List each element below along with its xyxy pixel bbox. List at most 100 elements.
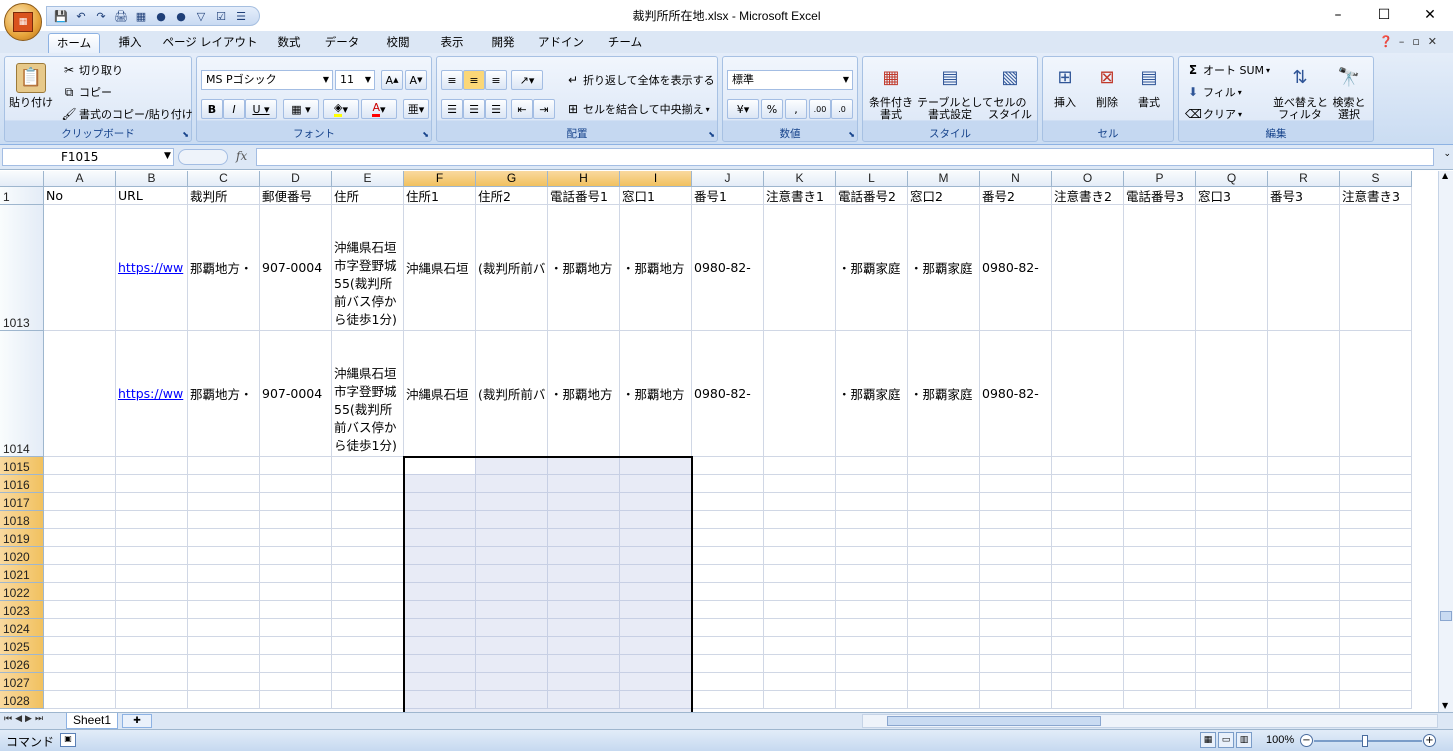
cell-m[interactable] [908,619,980,637]
insert-cells-button[interactable]: ⊞ 挿入 [1043,63,1087,109]
column-header-q[interactable]: Q [1196,171,1268,187]
undo-icon[interactable]: ↶ [73,9,89,23]
comma-button[interactable]: , [785,99,807,119]
cell-c[interactable]: 那覇地方・ [188,331,260,457]
cell-m[interactable] [908,547,980,565]
cell-r[interactable] [1268,205,1340,331]
cell-s[interactable]: 注意書き3 [1340,187,1412,205]
cell-e[interactable]: 沖縄県石垣市字登野城55(裁判所前バス停から徒歩1分) [332,331,404,457]
cell-c[interactable] [188,583,260,601]
column-header-h[interactable]: H [548,171,620,187]
cell-o[interactable] [1052,691,1124,709]
cell-o[interactable] [1052,673,1124,691]
horizontal-scrollbar[interactable] [862,714,1438,728]
cell-c[interactable] [188,547,260,565]
cell-p[interactable] [1124,511,1196,529]
cell-s[interactable] [1340,457,1412,475]
cell-o[interactable] [1052,583,1124,601]
cell-a[interactable] [44,457,116,475]
cell-r[interactable] [1268,547,1340,565]
row-header-1016[interactable]: 1016 [0,475,44,493]
cell-m[interactable] [908,637,980,655]
cell-j[interactable] [692,637,764,655]
cell-b[interactable]: https://ww [116,331,188,457]
cell-e[interactable] [332,511,404,529]
tab-data[interactable]: データ [318,33,366,53]
scroll-up-icon[interactable]: ▲ [1442,171,1448,180]
cell-q[interactable] [1196,619,1268,637]
row-header-1017[interactable]: 1017 [0,493,44,511]
cell-o[interactable] [1052,547,1124,565]
cell-m[interactable]: 窓口2 [908,187,980,205]
cell-e[interactable]: 沖縄県石垣市字登野城55(裁判所前バス停から徒歩1分) [332,205,404,331]
cell-b[interactable] [116,511,188,529]
shrink-font-button[interactable]: A ▼ [405,70,427,90]
dialog-launcher-icon[interactable]: ⬊ [848,130,855,139]
percent-button[interactable]: % [761,99,783,119]
column-header-g[interactable]: G [476,171,548,187]
cell-b[interactable] [116,673,188,691]
cell-d[interactable] [260,601,332,619]
cell-d[interactable]: 907-0004 [260,331,332,457]
cell-s[interactable] [1340,601,1412,619]
number-format-select[interactable]: 標準 ▼ [727,70,853,90]
table-icon[interactable]: ▦ [133,9,149,23]
cell-j[interactable] [692,529,764,547]
cell-o[interactable] [1052,565,1124,583]
cell-k[interactable] [764,547,836,565]
cell-n[interactable] [980,673,1052,691]
cell-j[interactable]: 番号1 [692,187,764,205]
cell-a[interactable] [44,331,116,457]
insert-function-icon[interactable]: fx [236,149,247,163]
cell-k[interactable] [764,637,836,655]
cell-d[interactable] [260,619,332,637]
cell-c[interactable]: 那覇地方・ [188,205,260,331]
cell-p[interactable]: 電話番号3 [1124,187,1196,205]
cell-c[interactable] [188,493,260,511]
cell-o[interactable] [1052,601,1124,619]
cell-b[interactable] [116,565,188,583]
increase-decimal-button[interactable]: .00 [809,99,831,119]
cell-q[interactable] [1196,565,1268,583]
currency-button[interactable]: ¥▾ [727,99,759,119]
zoom-slider[interactable]: − + [1300,733,1436,749]
cell-a[interactable] [44,493,116,511]
tab-page-layout[interactable]: ページ レイアウト [160,33,260,53]
paste-button[interactable]: 📋 貼り付け [7,63,55,109]
row-header-1019[interactable]: 1019 [0,529,44,547]
cell-e[interactable] [332,583,404,601]
row-header-1013[interactable]: 1013 [0,205,44,331]
cell-d[interactable] [260,691,332,709]
vertical-scrollbar[interactable]: ▲ ▼ [1438,171,1453,712]
cell-b[interactable] [116,457,188,475]
cell-p[interactable] [1124,583,1196,601]
cell-c[interactable] [188,565,260,583]
row-header-1[interactable]: 1 [0,187,44,205]
cell-s[interactable] [1340,565,1412,583]
tab-home[interactable]: ホーム [48,33,100,53]
cell-b[interactable] [116,691,188,709]
cell-e[interactable] [332,457,404,475]
cell-m[interactable] [908,457,980,475]
cell-i[interactable]: ・那覇地方 [620,331,692,457]
cell-h[interactable]: ・那覇地方 [548,205,620,331]
border-button[interactable]: ▦ ▾ [283,99,319,119]
row-header-1026[interactable]: 1026 [0,655,44,673]
column-header-a[interactable]: A [44,171,116,187]
cell-c[interactable] [188,475,260,493]
cell-r[interactable] [1268,601,1340,619]
cell-n[interactable] [980,475,1052,493]
dialog-launcher-icon[interactable]: ⬊ [708,130,715,139]
cell-m[interactable] [908,691,980,709]
column-header-e[interactable]: E [332,171,404,187]
cell-r[interactable] [1268,691,1340,709]
zoom-knob[interactable] [1362,735,1368,747]
cell-d[interactable] [260,547,332,565]
cell-r[interactable] [1268,331,1340,457]
cell-n[interactable] [980,637,1052,655]
find-select-button[interactable]: 🔭 検索と 選択 [1327,63,1371,121]
cell-s[interactable] [1340,619,1412,637]
orientation-button[interactable]: ↗▾ [511,70,543,90]
formula-input[interactable] [256,148,1434,166]
zoom-out-icon[interactable]: − [1300,734,1313,747]
